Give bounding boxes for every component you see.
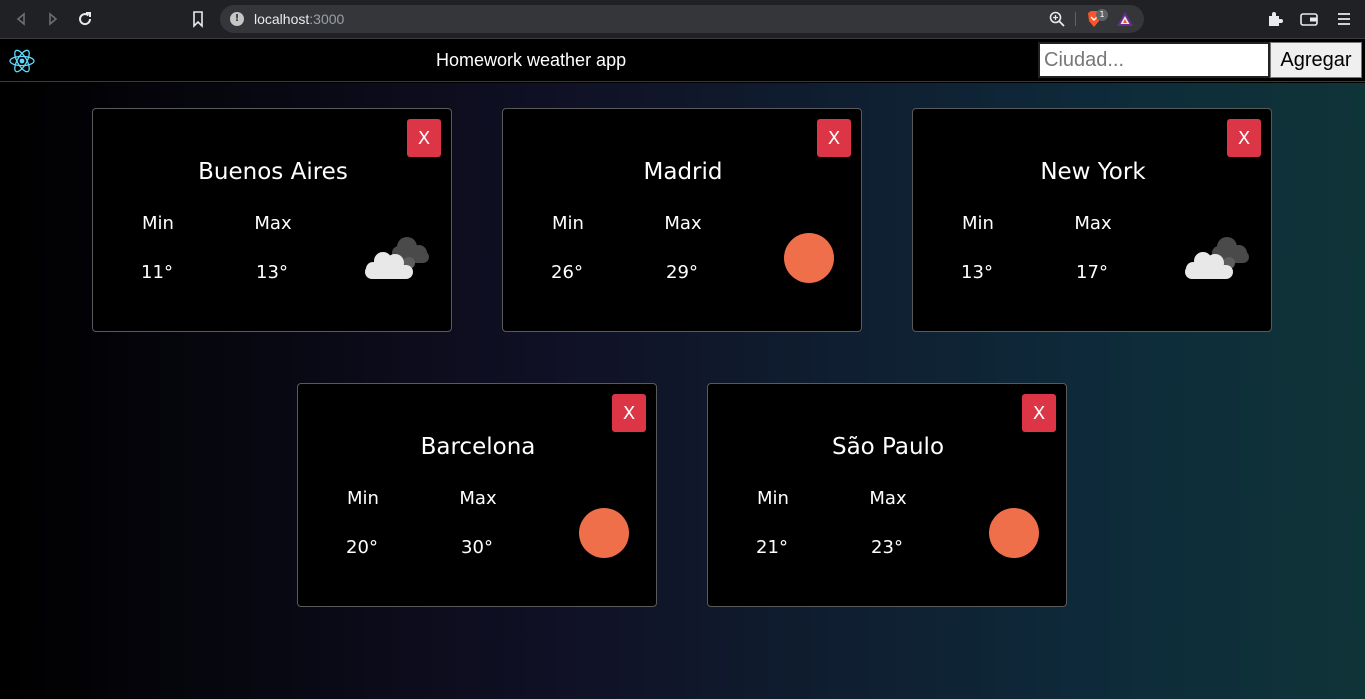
min-temp: 26° <box>551 262 583 283</box>
app-title: Homework weather app <box>436 50 627 70</box>
shields-count-badge: 1 <box>1096 9 1108 21</box>
cards-container: X Buenos Aires Min Max 11° 13° X Madrid … <box>0 83 1365 699</box>
max-temp: 30° <box>461 537 493 558</box>
close-card-button[interactable]: X <box>1227 119 1261 157</box>
max-temp: 13° <box>256 262 288 283</box>
sun-icon <box>579 508 629 558</box>
close-card-button[interactable]: X <box>407 119 441 157</box>
clouds-icon <box>361 229 435 287</box>
min-label: Min <box>142 213 174 234</box>
close-card-button[interactable]: X <box>612 394 646 432</box>
bookmark-icon[interactable] <box>188 9 208 29</box>
max-label: Max <box>664 213 702 234</box>
max-label: Max <box>254 213 292 234</box>
add-city-button[interactable]: Agregar <box>1270 42 1362 78</box>
max-temp: 17° <box>1076 262 1108 283</box>
city-name: Barcelona <box>420 434 536 460</box>
app-navbar: Homework weather app Agregar <box>0 40 1365 82</box>
max-temp: 29° <box>666 262 698 283</box>
max-temp: 23° <box>871 537 903 558</box>
city-name: São Paulo <box>831 434 945 460</box>
extensions-icon[interactable] <box>1265 9 1285 29</box>
max-label: Max <box>459 488 497 509</box>
min-temp: 11° <box>141 262 173 283</box>
close-card-button[interactable]: X <box>817 119 851 157</box>
sun-icon <box>784 233 834 283</box>
zoom-icon[interactable] <box>1048 10 1066 28</box>
address-bar[interactable]: ! localhost:3000 1 <box>220 5 1144 33</box>
city-search-input[interactable] <box>1038 42 1270 78</box>
sun-icon <box>989 508 1039 558</box>
clouds-icon <box>1181 229 1255 287</box>
menu-icon[interactable] <box>1337 9 1351 29</box>
city-name: New York <box>1040 159 1146 185</box>
weather-card: X Barcelona Min Max 20° 30° <box>297 383 657 607</box>
close-card-button[interactable]: X <box>1022 394 1056 432</box>
brave-rewards-icon[interactable] <box>1116 10 1134 28</box>
city-name: Madrid <box>643 159 723 185</box>
reload-icon[interactable] <box>74 8 96 30</box>
min-temp: 20° <box>346 537 378 558</box>
min-label: Min <box>347 488 379 509</box>
forward-icon[interactable] <box>42 8 64 30</box>
city-name: Buenos Aires <box>198 159 348 185</box>
weather-card: X Madrid Min Max 26° 29° <box>502 108 862 332</box>
url-text[interactable]: localhost:3000 <box>254 11 344 27</box>
min-label: Min <box>552 213 584 234</box>
back-icon[interactable] <box>10 8 32 30</box>
max-label: Max <box>869 488 907 509</box>
site-info-icon[interactable]: ! <box>230 12 244 26</box>
browser-toolbar: ! localhost:3000 1 <box>0 0 1365 39</box>
weather-card: X São Paulo Min Max 21° 23° <box>707 383 1067 607</box>
min-temp: 21° <box>756 537 788 558</box>
address-bar-divider <box>1075 12 1076 26</box>
min-label: Min <box>962 213 994 234</box>
weather-card: X Buenos Aires Min Max 11° 13° <box>92 108 452 332</box>
min-temp: 13° <box>961 262 993 283</box>
wallet-icon[interactable] <box>1299 9 1319 29</box>
react-logo-icon <box>8 47 36 75</box>
weather-card: X New York Min Max 13° 17° <box>912 108 1272 332</box>
max-label: Max <box>1074 213 1112 234</box>
min-label: Min <box>757 488 789 509</box>
